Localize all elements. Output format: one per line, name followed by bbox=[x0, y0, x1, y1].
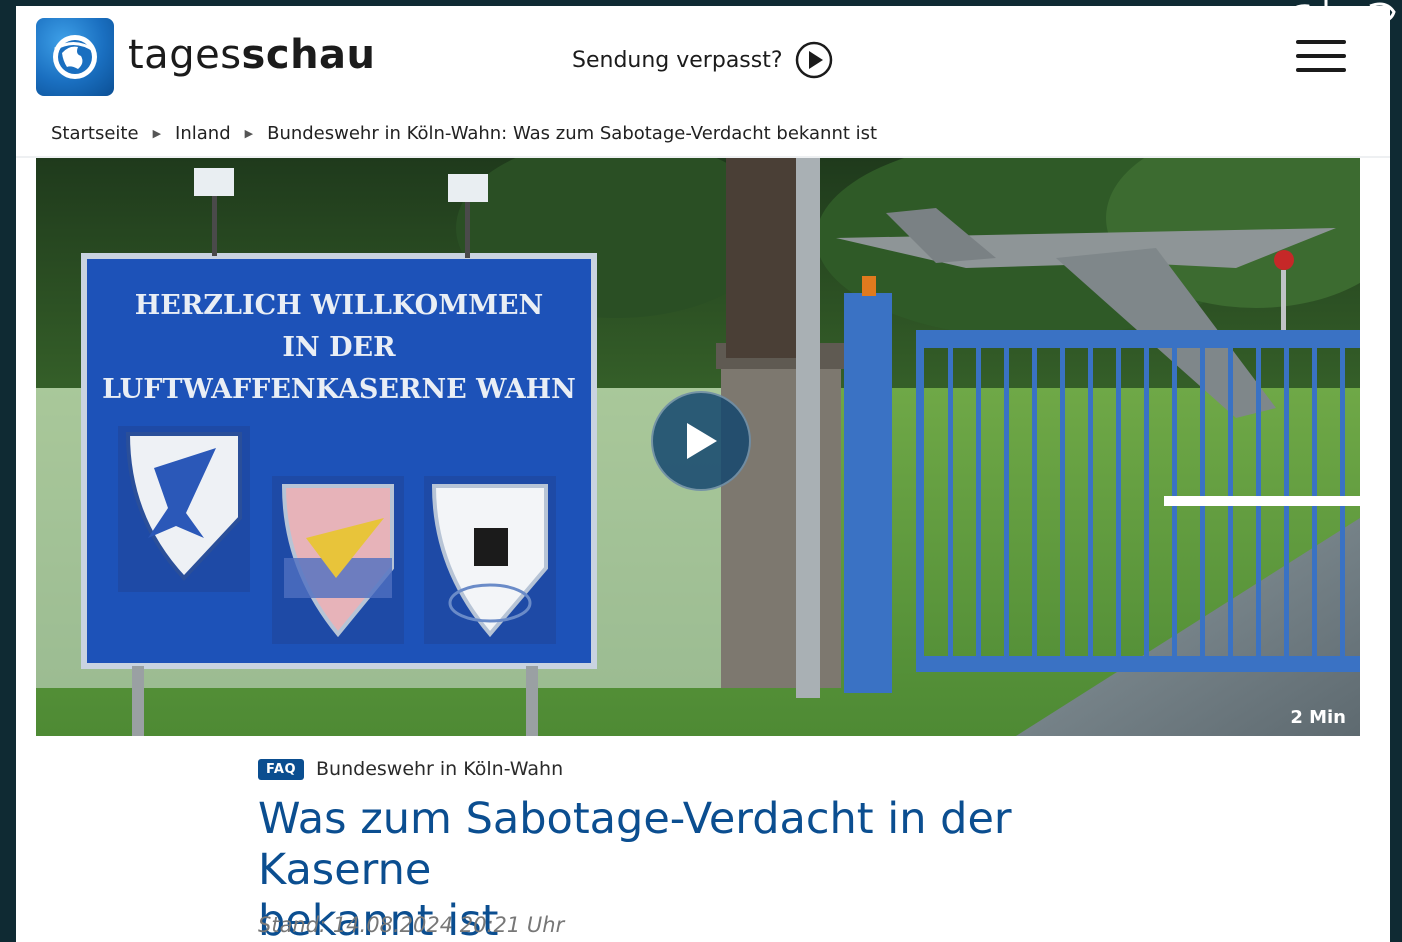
sign-text-line3: LUFTWAFFENKASERNE WAHN bbox=[102, 374, 576, 405]
video-play-button[interactable] bbox=[651, 391, 751, 491]
headline-line1: Was zum Sabotage-Verdacht in der Kaserne bbox=[258, 794, 1012, 895]
faq-badge: FAQ bbox=[258, 758, 305, 780]
play-icon bbox=[687, 423, 717, 459]
globe-logo-icon bbox=[53, 35, 97, 79]
tagesschau-logo[interactable] bbox=[36, 18, 114, 96]
sign-text-line1: HERZLICH WILLKOMMEN bbox=[135, 290, 543, 321]
breadcrumb-inland[interactable]: Inland bbox=[175, 123, 231, 144]
brand-suffix: schau bbox=[241, 32, 376, 78]
play-circle-icon bbox=[795, 41, 832, 79]
missed-show-label: Sendung verpasst? bbox=[572, 47, 783, 73]
page-frame: tagesschau Sendung verpasst? Startseite … bbox=[16, 6, 1390, 942]
hero-video[interactable]: HERZLICH WILLKOMMEN IN DER LUFTWAFFENKAS… bbox=[36, 158, 1360, 736]
breadcrumb-arrow-icon: ▶ bbox=[152, 126, 162, 140]
breadcrumb: Startseite ▶ Inland ▶ Bundeswehr in Köln… bbox=[51, 120, 877, 146]
sign-text-line2: IN DER bbox=[282, 332, 396, 363]
brand-wordmark[interactable]: tagesschau bbox=[128, 32, 376, 78]
article-topline: FAQ Bundeswehr in Köln-Wahn bbox=[258, 758, 563, 780]
hamburger-menu-icon[interactable] bbox=[1296, 40, 1346, 76]
article-timestamp: Stand: 14.08.2024 20:21 Uhr bbox=[258, 913, 565, 937]
breadcrumb-current[interactable]: Bundeswehr in Köln-Wahn: Was zum Sabotag… bbox=[267, 123, 877, 144]
brand-prefix: tages bbox=[128, 32, 242, 78]
breadcrumb-arrow-icon: ▶ bbox=[244, 126, 254, 140]
topic-label: Bundeswehr in Köln-Wahn bbox=[316, 758, 564, 780]
video-duration: 2 Min bbox=[1290, 707, 1346, 728]
missed-show-link[interactable]: Sendung verpasst? bbox=[572, 40, 833, 80]
breadcrumb-startseite[interactable]: Startseite bbox=[51, 123, 139, 144]
